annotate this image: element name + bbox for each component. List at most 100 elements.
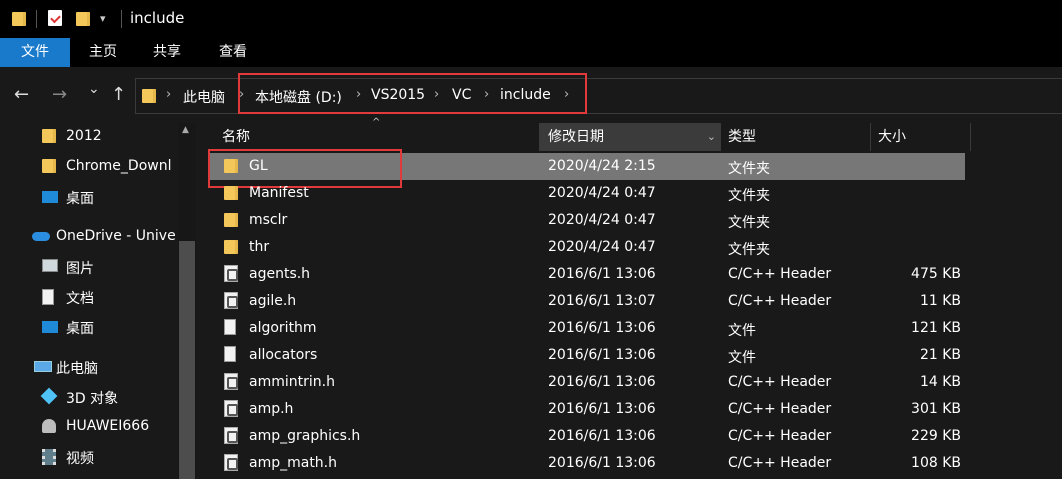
chevron-right-icon[interactable]: › (166, 87, 171, 102)
file-name: amp_math.h (249, 455, 338, 471)
sidebar-item-videos[interactable]: 视频 (0, 443, 178, 471)
folder-icon (224, 186, 238, 200)
sidebar-item-this-pc[interactable]: 此电脑 (0, 353, 178, 381)
folder-icon (42, 129, 56, 143)
file-size: 21 KB (919, 347, 961, 363)
file-size: 11 KB (919, 293, 961, 309)
folder-icon (12, 12, 26, 26)
header-file-icon (224, 292, 238, 309)
file-size: 121 KB (911, 320, 961, 336)
column-header-name[interactable]: 名称 (222, 123, 250, 151)
sidebar-item-label: Chrome_Downl (66, 158, 172, 174)
sidebar-scrollbar-thumb[interactable] (179, 241, 195, 479)
file-name: algorithm (249, 320, 317, 336)
sidebar-item-label: 桌面 (66, 191, 94, 207)
file-type: 文件 (728, 350, 756, 366)
file-type: C/C++ Header (728, 401, 832, 417)
header-file-icon (224, 265, 238, 282)
divider (121, 10, 122, 28)
pictures-icon (42, 259, 58, 272)
file-size: 301 KB (911, 401, 961, 417)
tab-file[interactable]: 文件 (0, 38, 70, 67)
window-title: include (130, 9, 185, 27)
column-divider[interactable] (720, 123, 721, 151)
customize-toolbar-icon[interactable]: ▾ (100, 12, 106, 25)
forward-button[interactable]: → (52, 84, 67, 105)
network-device-icon (42, 419, 56, 433)
file-row-allocators[interactable]: allocators 2016/6/1 13:06 文件 21 KB (208, 342, 965, 369)
file-type: C/C++ Header (728, 428, 832, 444)
file-date: 2016/6/1 13:06 (548, 320, 656, 336)
file-type: C/C++ Header (728, 293, 832, 309)
file-row-agile-h[interactable]: agile.h 2016/6/1 13:07 C/C++ Header 11 K… (208, 288, 965, 315)
file-size: 108 KB (911, 455, 961, 471)
file-row-manifest[interactable]: Manifest 2020/4/24 0:47 文件夹 (208, 180, 965, 207)
sidebar-item-documents[interactable]: 文档 (0, 283, 178, 311)
file-list: ^ 名称 修改日期 ⌄ 类型 大小 GL 2020/4/24 2:15 文件夹 … (198, 117, 1062, 479)
navigation-pane: 2012 Chrome_Downl 桌面 OneDrive - Unive 图片… (0, 123, 196, 479)
highlight-annotation (238, 73, 587, 114)
chevron-down-icon[interactable]: ⌄ (707, 123, 716, 151)
file-type: C/C++ Header (728, 374, 832, 390)
column-divider[interactable] (870, 123, 871, 151)
column-header-type[interactable]: 类型 (728, 123, 756, 151)
sidebar-item-huawei666[interactable]: HUAWEI666 (0, 413, 178, 441)
file-type: 文件夹 (728, 242, 770, 258)
breadcrumb-this-pc[interactable]: 此电脑 (183, 87, 225, 107)
sidebar-item-pictures[interactable]: 图片 (0, 253, 178, 281)
file-type: 文件夹 (728, 161, 770, 177)
scroll-up-icon[interactable]: ▲ (182, 125, 189, 135)
back-button[interactable]: ← (14, 84, 29, 105)
up-button[interactable]: ↑ (111, 84, 126, 105)
tab-view[interactable]: 查看 (202, 38, 264, 67)
file-date: 2020/4/24 0:47 (548, 212, 656, 228)
sidebar-item-label: 文档 (66, 291, 94, 307)
file-size: 475 KB (911, 266, 961, 282)
file-date: 2016/6/1 13:06 (548, 266, 656, 282)
file-row-agents-h[interactable]: agents.h 2016/6/1 13:06 C/C++ Header 475… (208, 261, 965, 288)
file-name: amp_graphics.h (249, 428, 361, 444)
file-date: 2016/6/1 13:06 (548, 428, 656, 444)
file-row-thr[interactable]: thr 2020/4/24 0:47 文件夹 (208, 234, 965, 261)
file-type: 文件 (728, 323, 756, 339)
column-header-date-label: 修改日期 (548, 129, 604, 145)
properties-icon[interactable] (48, 10, 62, 26)
column-header-size[interactable]: 大小 (878, 123, 906, 151)
folder-icon (142, 89, 156, 103)
folder-icon (224, 213, 238, 227)
recent-locations-button[interactable]: ⌄ (88, 81, 100, 97)
header-file-icon (224, 454, 238, 471)
sidebar-item-desktop-2[interactable]: 桌面 (0, 313, 178, 341)
file-row-amp-h[interactable]: amp.h 2016/6/1 13:06 C/C++ Header 301 KB (208, 396, 965, 423)
file-row-amp-math-h[interactable]: amp_math.h 2016/6/1 13:06 C/C++ Header 1… (208, 450, 965, 477)
file-name: thr (249, 239, 270, 255)
column-divider[interactable] (970, 123, 971, 151)
file-date: 2016/6/1 13:06 (548, 347, 656, 363)
title-bar: ▾ include (0, 0, 1062, 38)
sidebar-item-onedrive[interactable]: OneDrive - Unive (0, 223, 178, 251)
file-date: 2016/6/1 13:06 (548, 455, 656, 471)
documents-icon (42, 289, 54, 305)
file-date: 2020/4/24 0:47 (548, 239, 656, 255)
sidebar-item-3d-objects[interactable]: 3D 对象 (0, 383, 178, 411)
new-folder-icon[interactable] (76, 12, 90, 26)
folder-icon (42, 159, 56, 173)
header-file-icon (224, 400, 238, 417)
sidebar-item-2012[interactable]: 2012 (0, 123, 178, 151)
file-name: agents.h (249, 266, 311, 282)
sidebar-item-chrome-downloads[interactable]: Chrome_Downl (0, 153, 178, 181)
sidebar-item-label: OneDrive - Unive (56, 228, 176, 244)
tab-home[interactable]: 主页 (72, 38, 134, 67)
file-row-algorithm[interactable]: algorithm 2016/6/1 13:06 文件 121 KB (208, 315, 965, 342)
sidebar-item-label: 2012 (66, 128, 102, 144)
file-date: 2020/4/24 2:15 (548, 158, 656, 174)
file-row-amp-graphics-h[interactable]: amp_graphics.h 2016/6/1 13:06 C/C++ Head… (208, 423, 965, 450)
folder-icon (224, 240, 238, 254)
file-row-msclr[interactable]: msclr 2020/4/24 0:47 文件夹 (208, 207, 965, 234)
column-header-date[interactable]: 修改日期 ⌄ (540, 123, 720, 151)
onedrive-icon (32, 232, 50, 241)
file-row-ammintrin-h[interactable]: ammintrin.h 2016/6/1 13:06 C/C++ Header … (208, 369, 965, 396)
sidebar-item-desktop[interactable]: 桌面 (0, 183, 178, 211)
file-date: 2016/6/1 13:06 (548, 401, 656, 417)
tab-share[interactable]: 共享 (136, 38, 198, 67)
